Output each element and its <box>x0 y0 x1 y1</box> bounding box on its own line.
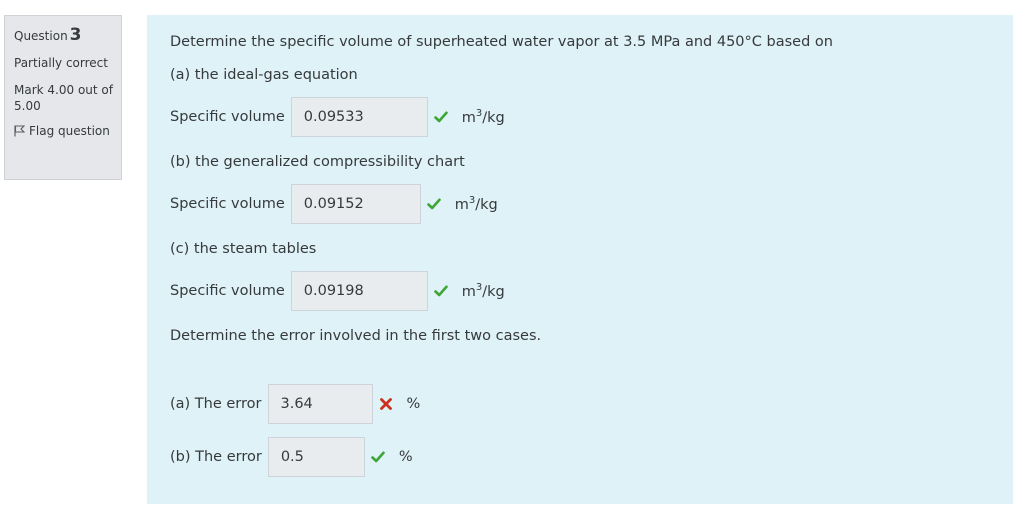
error-a-label: (a) The error <box>170 396 262 412</box>
cross-icon <box>379 398 392 410</box>
answer-input-c[interactable]: 0.09198 <box>290 271 428 311</box>
percent-label: % <box>406 396 421 412</box>
check-icon <box>371 451 385 463</box>
check-icon <box>433 285 448 297</box>
error-input-a[interactable]: 3.64 <box>267 384 373 424</box>
specific-volume-label: Specific volume <box>170 196 285 212</box>
percent-label: % <box>398 449 413 465</box>
error-input-b[interactable]: 0.5 <box>267 437 365 477</box>
flag-icon <box>14 125 25 137</box>
part-b-text: (b) the generalized compressibility char… <box>170 154 465 170</box>
question-number: Question 3 <box>14 25 82 45</box>
check-icon <box>433 111 448 123</box>
question-state: Partially correct <box>14 56 108 70</box>
question-grade: Mark 4.00 out of 5.00 <box>14 83 113 113</box>
error-b-label: (b) The error <box>170 449 262 465</box>
question-text: Determine the specific volume of superhe… <box>170 34 833 50</box>
flag-question-label: Flag question <box>29 124 110 138</box>
question-content: Determine the specific volume of superhe… <box>147 15 1013 504</box>
error-row-a: (a) The error 3.64 % <box>170 383 420 425</box>
flag-question-button[interactable]: Flag question <box>14 123 113 139</box>
answer-input-a[interactable]: 0.09533 <box>290 97 428 137</box>
specific-volume-label: Specific volume <box>170 109 285 125</box>
part-a-text: (a) the ideal-gas equation <box>170 67 358 83</box>
error-row-b: (b) The error 0.5 % <box>170 436 413 478</box>
unit-label: m3/kg <box>461 108 505 126</box>
answer-row-a: Specific volume 0.09533 m3/kg <box>170 96 505 138</box>
unit-label: m3/kg <box>461 282 505 300</box>
part-c-text: (c) the steam tables <box>170 241 317 257</box>
answer-row-b: Specific volume 0.09152 m3/kg <box>170 183 498 225</box>
unit-label: m3/kg <box>454 195 498 213</box>
answer-row-c: Specific volume 0.09198 m3/kg <box>170 270 505 312</box>
question-info-panel: Question 3 Partially correct Mark 4.00 ou… <box>4 15 122 180</box>
specific-volume-label: Specific volume <box>170 283 285 299</box>
check-icon <box>426 198 441 210</box>
error-prompt-text: Determine the error involved in the firs… <box>170 328 542 344</box>
answer-input-b[interactable]: 0.09152 <box>290 184 421 224</box>
